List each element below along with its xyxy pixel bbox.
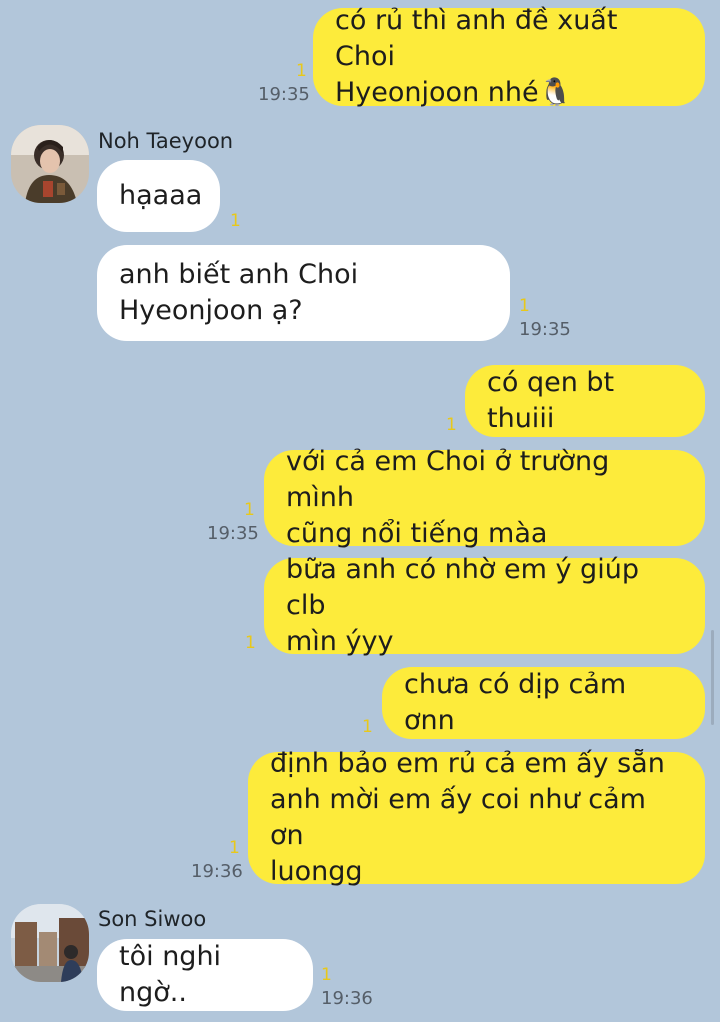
message-timestamp: 19:35 [207,523,259,544]
read-count: 1 [519,296,530,316]
message-bubble-incoming[interactable]: anh biết anh Choi Hyeonjoon ạ? [97,245,510,341]
message-bubble-incoming[interactable]: hạaaa [97,160,220,232]
avatar-son-siwoo[interactable] [11,904,89,982]
sender-name: Son Siwoo [98,907,207,931]
read-count: 1 [362,717,373,737]
message-bubble-incoming[interactable]: tôi nghi ngờ.. [97,939,313,1011]
avatar-noh-taeyoon[interactable] [11,125,89,203]
scrollbar[interactable] [711,630,714,725]
message-bubble-outgoing[interactable]: với cả em Choi ở trường mình cũng nổi ti… [264,446,705,549]
read-count: 1 [321,965,332,985]
read-count: 1 [229,838,240,858]
read-count: 1 [446,415,457,435]
message-timestamp: 19:35 [258,84,310,105]
message-bubble-outgoing[interactable]: chưa có dịp cảm ơnn [382,667,705,739]
read-count: 1 [244,500,255,520]
message-bubble-outgoing[interactable]: bữa anh có nhờ em ý giúp clb mìn ýyy [264,554,705,657]
sender-name: Noh Taeyoon [98,129,234,153]
read-count: 1 [230,211,241,231]
message-timestamp: 19:35 [519,319,571,340]
read-count: 1 [245,633,256,653]
message-timestamp: 19:36 [191,861,243,882]
message-timestamp: 19:36 [321,988,373,1009]
message-bubble-outgoing[interactable]: có rủ thì anh đề xuất Choi Hyeonjoon nhé… [313,5,705,108]
read-count: 1 [296,61,307,81]
message-bubble-outgoing[interactable]: có qen bt thuiii [465,365,705,437]
message-bubble-outgoing[interactable]: định bảo em rủ cả em ấy sẵn anh mời em ấ… [248,748,705,887]
